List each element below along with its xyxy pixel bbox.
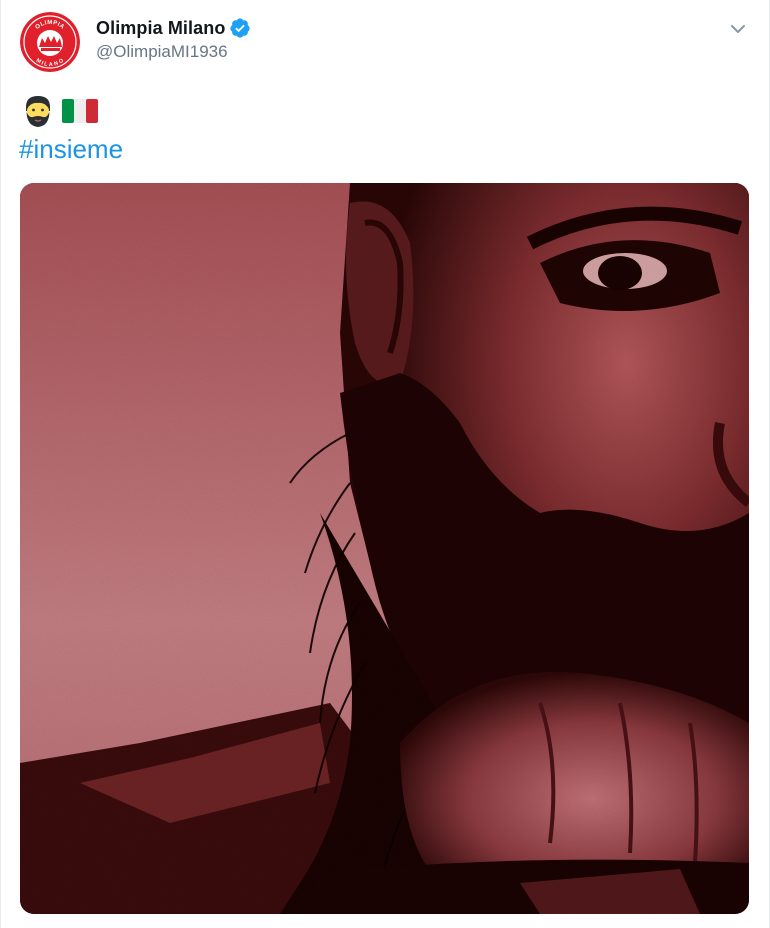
bearded-man-emoji-icon (20, 93, 56, 129)
hashtag-link[interactable]: #insieme (19, 134, 123, 165)
tweet-header: OLIMPIA MILANO Olimpia Milano @OlimpiaMI… (20, 12, 755, 76)
handle[interactable]: @OlimpiaMI1936 (96, 42, 251, 62)
verified-badge-icon (229, 17, 251, 39)
avatar[interactable]: OLIMPIA MILANO (20, 12, 80, 72)
tweet-card: OLIMPIA MILANO Olimpia Milano @OlimpiaMI… (0, 0, 770, 928)
author-info: Olimpia Milano @OlimpiaMI1936 (96, 16, 251, 62)
display-name-row: Olimpia Milano (96, 16, 251, 40)
olimpia-milano-logo-icon: OLIMPIA MILANO (20, 12, 80, 72)
chevron-down-icon[interactable] (727, 18, 749, 40)
tweet-media-image[interactable] (20, 183, 749, 914)
display-name[interactable]: Olimpia Milano (96, 18, 225, 39)
bearded-face-photo (20, 183, 749, 914)
italy-flag-emoji-icon (62, 93, 98, 129)
tweet-text-emoji (20, 92, 98, 130)
